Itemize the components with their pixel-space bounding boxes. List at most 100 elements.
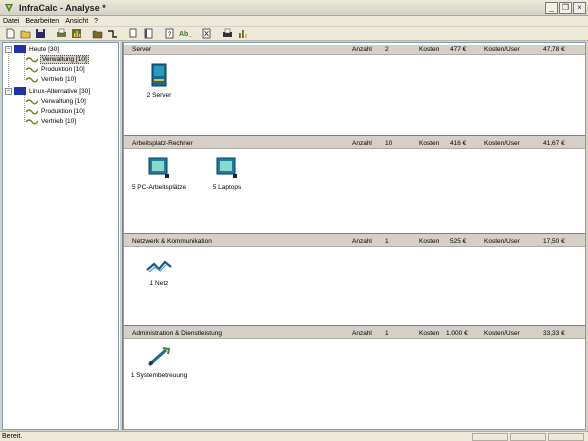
count-value: 1: [385, 238, 389, 245]
minimize-button[interactable]: _: [545, 2, 558, 14]
copy-icon[interactable]: [126, 27, 141, 40]
folder-icon[interactable]: [90, 27, 105, 40]
category-administration: Administration & Dienstleistung Anzahl 1…: [124, 329, 585, 429]
collapse-toggle[interactable]: −: [5, 45, 12, 53]
tree-group-heute[interactable]: − Heute [30]: [5, 44, 60, 54]
category-name: Server: [132, 46, 152, 53]
count-label: Anzahl: [352, 46, 372, 53]
tree-item-vertrieb-linux[interactable]: Vertrieb [10]: [26, 116, 77, 126]
tree-item-label: Vertrieb [10]: [41, 117, 77, 125]
wave-icon: [26, 77, 38, 83]
category-header: Administration & Dienstleistung Anzahl 1…: [124, 329, 585, 339]
status-bar: Bereit.: [0, 431, 588, 441]
category-name: Administration & Dienstleistung: [132, 330, 222, 337]
tree-item-label: Produktion [10]: [41, 107, 85, 115]
count-value: 10: [385, 140, 393, 147]
cat-item[interactable]: 5 Laptops: [192, 156, 262, 191]
collapse-toggle[interactable]: −: [5, 87, 12, 95]
cost-value: 525 €: [450, 238, 467, 245]
category-name: Arbeitsplatz-Rechner: [132, 140, 193, 147]
count-label: Anzahl: [352, 238, 372, 245]
count-value: 1: [385, 330, 389, 337]
svg-text:Ab_: Ab_: [179, 31, 192, 38]
analysis-pane: Server Anzahl 2 Kosten 477 € Kosten/User…: [123, 42, 586, 430]
open-icon[interactable]: [18, 27, 33, 40]
category-header: Arbeitsplatz-Rechner Anzahl 10 Kosten 41…: [124, 139, 585, 149]
per-user-value: 41,67 €: [543, 140, 565, 147]
tree-item-label: Produktion [10]: [41, 65, 85, 73]
menu-datei[interactable]: Datei: [0, 18, 22, 25]
menu-help[interactable]: ?: [91, 18, 101, 25]
cat-item-label: 2 Server: [146, 92, 172, 99]
chart-icon[interactable]: [69, 27, 84, 40]
cat-item-label: 1 Systembetreuung: [130, 372, 188, 379]
cat-item[interactable]: 1 Systembetreuung: [124, 346, 194, 379]
step-icon[interactable]: [105, 27, 120, 40]
wave-icon: [26, 99, 38, 105]
tree-item-produktion-linux[interactable]: Produktion [10]: [26, 106, 86, 116]
wave-icon: [26, 57, 38, 63]
cat-item[interactable]: 5 PC-Arbeitsplätze: [124, 156, 194, 191]
network-icon: [146, 260, 172, 273]
wave-icon: [26, 119, 38, 125]
category-name: Netzwerk & Kommunikation: [132, 238, 212, 245]
report-chart-icon[interactable]: [235, 27, 250, 40]
paste-icon[interactable]: [141, 27, 156, 40]
status-text: Bereit.: [2, 433, 23, 440]
per-user-value: 33,33 €: [543, 330, 565, 337]
cost-label: Kosten: [419, 140, 440, 147]
category-header: Netzwerk & Kommunikation Anzahl 1 Kosten…: [124, 237, 585, 247]
cost-label: Kosten: [419, 46, 440, 53]
cat-item-label: 1 Netz: [149, 280, 169, 287]
wave-icon: [26, 67, 38, 73]
category-network: Netzwerk & Kommunikation Anzahl 1 Kosten…: [124, 237, 585, 325]
per-user-value: 17,50 €: [543, 238, 565, 245]
save-icon[interactable]: [33, 27, 48, 40]
scenario-tree: − Heute [30] Verwaltung [10] Produktion …: [2, 42, 119, 430]
menu-ansicht[interactable]: Ansicht: [62, 18, 91, 25]
wave-icon: [26, 109, 38, 115]
service-tool-icon: [148, 347, 171, 367]
menu-bearbeiten[interactable]: Bearbeiten: [22, 18, 62, 25]
new-icon[interactable]: [3, 27, 18, 40]
menu-bar: Datei Bearbeiten Ansicht ?: [0, 16, 588, 26]
laptop-icon: [216, 157, 237, 178]
cat-item[interactable]: 1 Netz: [124, 258, 194, 287]
tree-group-linux[interactable]: − Linux-Alternative [30]: [5, 86, 91, 96]
folder-icon: [14, 45, 26, 53]
print-preview-icon[interactable]: [220, 27, 235, 40]
toolbar: ? Ab_: [0, 27, 588, 41]
tree-item-label: Vertrieb [10]: [41, 75, 77, 83]
status-pane: [472, 433, 508, 441]
tree-group-label: Heute [30]: [29, 45, 59, 53]
maximize-button[interactable]: ❐: [559, 2, 572, 14]
per-user-label: Kosten/User: [484, 140, 520, 147]
tree-group-label: Linux-Alternative [30]: [29, 87, 91, 95]
print-icon[interactable]: [54, 27, 69, 40]
per-user-label: Kosten/User: [484, 46, 520, 53]
per-user-label: Kosten/User: [484, 238, 520, 245]
cost-value: 416 €: [450, 140, 467, 147]
tree-item-verwaltung[interactable]: Verwaltung [10]: [26, 54, 89, 64]
cat-item[interactable]: 2 Server: [124, 62, 194, 99]
cost-value: 477 €: [450, 46, 467, 53]
status-pane: [510, 433, 546, 441]
close-doc-icon[interactable]: [199, 27, 214, 40]
category-workstations: Arbeitsplatz-Rechner Anzahl 10 Kosten 41…: [124, 139, 585, 233]
info-icon[interactable]: ?: [162, 27, 177, 40]
ab-label-icon[interactable]: Ab_: [177, 27, 199, 40]
tree-item-produktion[interactable]: Produktion [10]: [26, 64, 86, 74]
server-icon: [151, 63, 167, 87]
cost-value: 1.000 €: [446, 330, 468, 337]
folder-icon: [14, 87, 26, 95]
tree-item-verwaltung-linux[interactable]: Verwaltung [10]: [26, 96, 87, 106]
category-server: Server Anzahl 2 Kosten 477 € Kosten/User…: [124, 45, 585, 135]
cost-label: Kosten: [419, 238, 440, 245]
per-user-value: 47,78 €: [543, 46, 565, 53]
count-label: Anzahl: [352, 140, 372, 147]
close-button[interactable]: ×: [573, 2, 586, 14]
title-bar: InfraCalc - Analyse * _ ❐ ×: [0, 0, 588, 16]
tree-item-label: Verwaltung [10]: [41, 97, 86, 105]
cat-item-label: 5 PC-Arbeitsplätze: [131, 184, 187, 191]
tree-item-vertrieb[interactable]: Vertrieb [10]: [26, 74, 77, 84]
